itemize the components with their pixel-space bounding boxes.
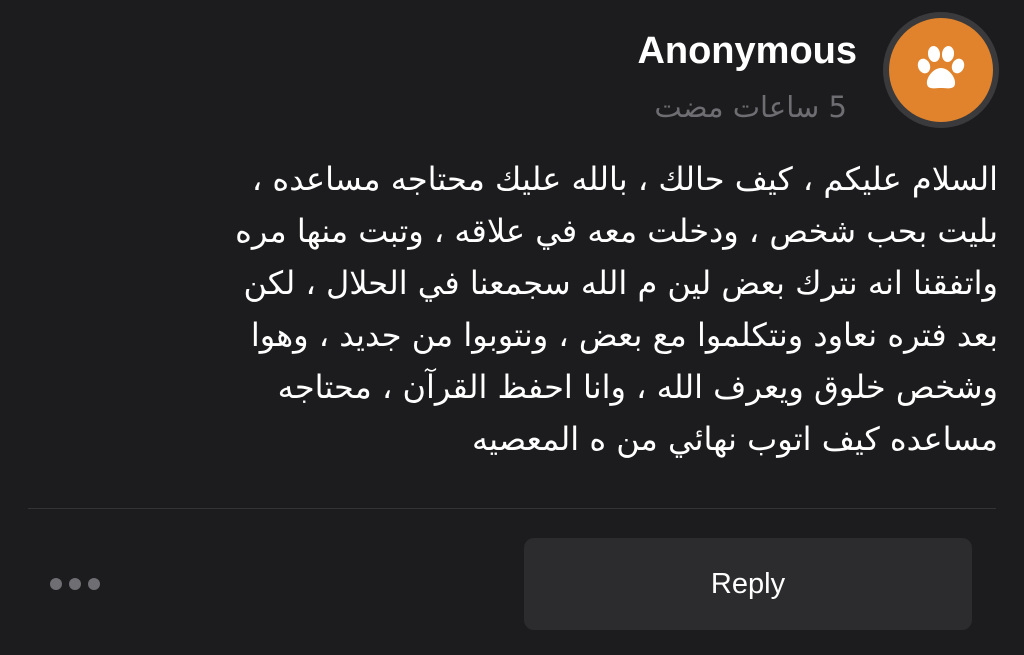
avatar[interactable] [883, 12, 999, 128]
more-dots-icon [88, 578, 100, 590]
more-dots-icon [69, 578, 81, 590]
comment-card: Anonymous 5 ساعات مضت السلام عليكم ، كيف… [0, 0, 1024, 655]
more-options-button[interactable] [50, 570, 100, 598]
message-body: السلام عليكم ، كيف حالك ، بالله عليك محت… [235, 160, 998, 458]
avatar-background [889, 18, 993, 122]
post-timestamp: 5 ساعات مضت [654, 90, 847, 124]
more-dots-icon [50, 578, 62, 590]
divider [28, 508, 996, 509]
paw-icon [913, 42, 969, 98]
author-name[interactable]: Anonymous [637, 24, 857, 78]
reply-button[interactable]: Reply [524, 538, 972, 630]
